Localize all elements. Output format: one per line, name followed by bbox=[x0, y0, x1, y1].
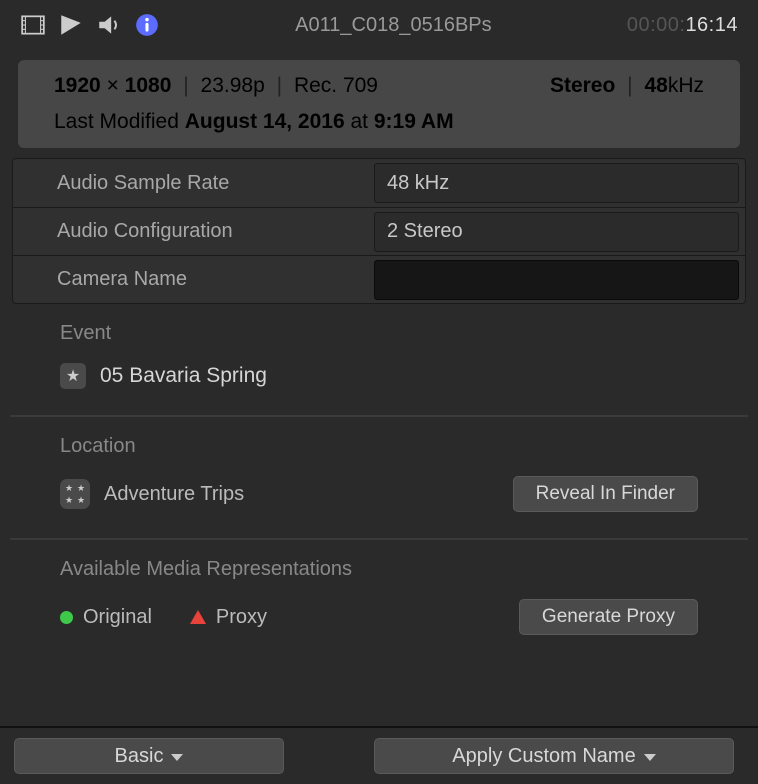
modified-date: August 14, 2016 bbox=[185, 110, 345, 133]
media-heading: Available Media Representations bbox=[60, 558, 698, 581]
event-name: 05 Bavaria Spring bbox=[100, 364, 267, 388]
resolution-times: × bbox=[107, 74, 119, 97]
event-heading: Event bbox=[60, 322, 698, 345]
audio-rate-value: 48 bbox=[644, 74, 667, 97]
last-modified: Last Modified August 14, 2016 at 9:19 AM bbox=[54, 110, 704, 134]
location-name: Adventure Trips bbox=[104, 483, 244, 506]
apply-custom-name-dropdown[interactable]: Apply Custom Name bbox=[374, 738, 734, 774]
audio-channels: Stereo bbox=[550, 74, 615, 97]
camera-name-row: Camera Name bbox=[13, 255, 745, 303]
timecode-inactive: 00:00: bbox=[627, 14, 686, 36]
media-representations-section: Available Media Representations Original… bbox=[0, 540, 758, 661]
modified-prefix: Last Modified bbox=[54, 110, 185, 133]
frame-rate: 23.98p bbox=[201, 74, 265, 97]
audio-sample-rate-field[interactable]: 48 kHz bbox=[374, 163, 739, 203]
color-space: Rec. 709 bbox=[294, 74, 378, 97]
properties-table: Audio Sample Rate 48 kHz Audio Configura… bbox=[12, 158, 746, 304]
timecode-display: 00:00:16:14 bbox=[627, 14, 738, 37]
original-label: Original bbox=[83, 606, 152, 629]
apply-custom-name-label: Apply Custom Name bbox=[452, 745, 635, 768]
audio-sample-rate-label: Audio Sample Rate bbox=[13, 172, 368, 195]
video-format-summary: 1920 × 1080 | 23.98p | Rec. 709 bbox=[54, 74, 378, 98]
resolution-width: 1920 bbox=[54, 74, 101, 97]
audio-configuration-row: Audio Configuration 2 Stereo bbox=[13, 207, 745, 255]
location-heading: Location bbox=[60, 435, 698, 458]
event-section: Event ★ 05 Bavaria Spring bbox=[0, 304, 758, 415]
inspector-tab-icons bbox=[20, 12, 160, 38]
proxy-status-icon bbox=[190, 610, 206, 624]
chevron-down-icon bbox=[644, 754, 656, 761]
video-tab-icon[interactable] bbox=[20, 12, 46, 38]
inspector-toolbar: A011_C018_0516BPs 00:00:16:14 bbox=[0, 0, 758, 50]
library-icon: ★★★★ bbox=[60, 479, 90, 509]
modified-at: at bbox=[345, 110, 374, 133]
resolution-height: 1080 bbox=[125, 74, 172, 97]
event-star-icon: ★ bbox=[60, 363, 86, 389]
audio-configuration-field[interactable]: 2 Stereo bbox=[374, 212, 739, 252]
metadata-view-dropdown[interactable]: Basic bbox=[14, 738, 284, 774]
camera-name-label: Camera Name bbox=[13, 268, 368, 291]
location-section: Location ★★★★ Adventure Trips Reveal In … bbox=[0, 417, 758, 538]
audio-format-summary: Stereo | 48kHz bbox=[550, 74, 704, 98]
modified-time: 9:19 AM bbox=[374, 110, 454, 133]
inspector-footer: Basic Apply Custom Name bbox=[0, 726, 758, 784]
camera-name-field[interactable] bbox=[374, 260, 739, 300]
audio-sample-rate-row: Audio Sample Rate 48 kHz bbox=[13, 159, 745, 207]
generate-proxy-button[interactable]: Generate Proxy bbox=[519, 599, 698, 635]
chevron-down-icon bbox=[171, 754, 183, 761]
original-status-icon bbox=[60, 611, 73, 624]
clip-summary: 1920 × 1080 | 23.98p | Rec. 709 Stereo |… bbox=[18, 60, 740, 148]
audio-configuration-label: Audio Configuration bbox=[13, 220, 368, 243]
clip-name: A011_C018_0516BPs bbox=[160, 14, 627, 37]
info-tab-icon[interactable] bbox=[134, 12, 160, 38]
proxy-label: Proxy bbox=[216, 606, 267, 629]
audio-tab-icon[interactable] bbox=[96, 12, 122, 38]
audio-rate-unit: kHz bbox=[668, 74, 704, 97]
reveal-in-finder-button[interactable]: Reveal In Finder bbox=[513, 476, 698, 512]
filmstrip-tab-icon[interactable] bbox=[58, 12, 84, 38]
metadata-view-label: Basic bbox=[115, 745, 164, 768]
timecode-active: 16:14 bbox=[685, 14, 738, 36]
